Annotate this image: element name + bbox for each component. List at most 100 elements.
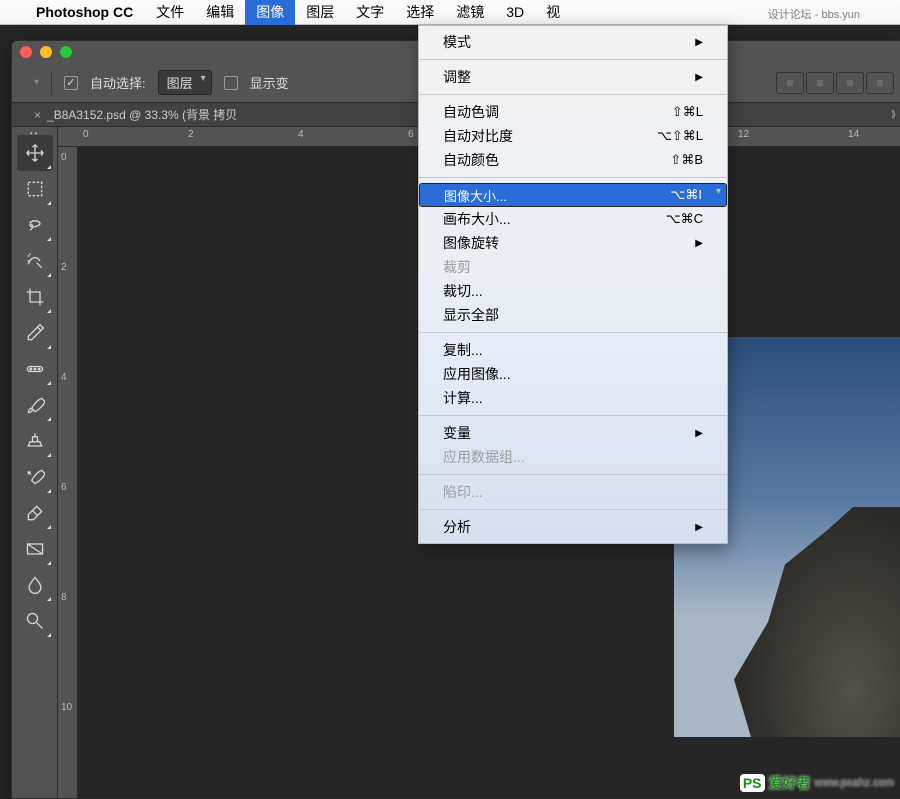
menu-layer[interactable]: 图层 — [295, 0, 345, 25]
menu-item[interactable]: 自动颜色 ⇧⌘B — [419, 148, 727, 172]
menu-item-label: 变量 — [443, 423, 471, 443]
menu-item[interactable]: 自动对比度 ⌥⇧⌘L — [419, 124, 727, 148]
menu-type[interactable]: 文字 — [345, 0, 395, 25]
menu-filter[interactable]: 滤镜 — [445, 0, 495, 25]
tools-panel: •• — [12, 127, 58, 798]
align-btn-2[interactable]: ≡ — [806, 72, 834, 94]
docswitch-icon[interactable]: ⟫ — [891, 109, 896, 120]
move-tool[interactable] — [17, 135, 53, 171]
menu-item-label: 自动色调 — [443, 102, 499, 122]
lasso-tool[interactable] — [17, 207, 53, 243]
menu-item-label: 应用数据组... — [443, 447, 525, 467]
vertical-ruler[interactable]: 0 2 4 6 8 10 12 — [58, 147, 78, 798]
menu-item[interactable]: 分析 ▶ — [419, 515, 727, 539]
menu-item-label: 调整 — [443, 67, 471, 87]
menu-separator — [419, 415, 727, 416]
quick-select-tool[interactable] — [17, 243, 53, 279]
menu-item[interactable]: 调整 ▶ — [419, 65, 727, 89]
eraser-tool[interactable] — [17, 495, 53, 531]
menu-item-shortcut: ⇧⌘L — [672, 104, 703, 120]
align-btn-3[interactable]: ≡ — [836, 72, 864, 94]
align-btn-1[interactable]: ≡ — [776, 72, 804, 94]
tab-close-icon[interactable]: × — [34, 108, 41, 122]
menu-edit[interactable]: 编辑 — [195, 0, 245, 25]
menu-separator — [419, 474, 727, 475]
menu-item[interactable]: 变量 ▶ — [419, 421, 727, 445]
menu-item: 陷印... — [419, 480, 727, 504]
brush-tool[interactable] — [17, 387, 53, 423]
menu-item-shortcut: ⌥⌘C — [666, 211, 703, 227]
menu-item[interactable]: 应用图像... — [419, 362, 727, 386]
submenu-arrow-icon: ▶ — [695, 428, 703, 439]
menu-item-label: 计算... — [443, 388, 483, 408]
menu-item-label: 自动对比度 — [443, 126, 513, 146]
mac-menubar: Photoshop CC 文件 编辑 图像 图层 文字 选择 滤镜 3D 视 — [0, 0, 900, 25]
menu-separator — [419, 332, 727, 333]
window-zoom-button[interactable] — [60, 46, 72, 58]
watermark-bottom: PS 爱好者 www.psahz.com — [740, 773, 894, 793]
menu-item[interactable]: 显示全部 — [419, 303, 727, 327]
autoselect-label: 自动选择: — [90, 73, 146, 92]
crop-tool[interactable] — [17, 279, 53, 315]
window-minimize-button[interactable] — [40, 46, 52, 58]
window-close-button[interactable] — [20, 46, 32, 58]
menu-item[interactable]: 计算... — [419, 386, 727, 410]
history-brush-tool[interactable] — [17, 459, 53, 495]
healing-brush-tool[interactable] — [17, 351, 53, 387]
blur-tool[interactable] — [17, 567, 53, 603]
submenu-arrow-icon: ▶ — [695, 522, 703, 533]
menu-item-label: 复制... — [443, 340, 483, 360]
menu-item-shortcut: ⌥⌘I — [670, 187, 702, 203]
document-tab-title[interactable]: _B8A3152.psd @ 33.3% (背景 拷贝 — [47, 106, 237, 123]
divider — [51, 71, 52, 95]
menu-item-label: 裁切... — [443, 281, 483, 301]
menu-item[interactable]: 模式 ▶ — [419, 30, 727, 54]
align-buttons: ≡ ≡ ≡ ≡ — [776, 72, 894, 94]
eyedropper-tool[interactable] — [17, 315, 53, 351]
align-btn-4[interactable]: ≡ — [866, 72, 894, 94]
menu-item-shortcut: ⌥⇧⌘L — [657, 128, 703, 144]
menu-image[interactable]: 图像 — [245, 0, 295, 25]
menu-item: 裁剪 — [419, 255, 727, 279]
menu-item-label: 裁剪 — [443, 257, 471, 277]
menu-item-label: 陷印... — [443, 482, 483, 502]
menu-item[interactable]: 画布大小... ⌥⌘C — [419, 207, 727, 231]
menu-separator — [419, 59, 727, 60]
menu-view[interactable]: 视 — [535, 0, 571, 25]
show-transform-label: 显示变 — [250, 73, 289, 92]
menu-separator — [419, 177, 727, 178]
menu-item-label: 画布大小... — [443, 209, 511, 229]
menu-file[interactable]: 文件 — [145, 0, 195, 25]
show-transform-checkbox[interactable] — [224, 76, 238, 90]
autoselect-dropdown[interactable]: 图层 — [158, 70, 212, 95]
menu-item-label: 应用图像... — [443, 364, 511, 384]
menu-item-label: 图像大小... — [444, 186, 507, 205]
menu-item-label: 模式 — [443, 32, 471, 52]
autoselect-checkbox[interactable]: ✓ — [64, 76, 78, 90]
marquee-tool[interactable] — [17, 171, 53, 207]
menu-separator — [419, 94, 727, 95]
menu-item[interactable]: 图像大小... ⌥⌘I — [419, 183, 727, 207]
gradient-tool[interactable] — [17, 531, 53, 567]
menu-separator — [419, 509, 727, 510]
menu-item-label: 显示全部 — [443, 305, 499, 325]
menu-item: 应用数据组... — [419, 445, 727, 469]
dodge-tool[interactable] — [17, 603, 53, 639]
watermark-ps-icon: PS — [740, 774, 765, 792]
menu-item-shortcut: ⇧⌘B — [670, 152, 703, 168]
submenu-arrow-icon: ▶ — [695, 37, 703, 48]
menu-3d[interactable]: 3D — [495, 0, 535, 25]
menu-item[interactable]: 裁切... — [419, 279, 727, 303]
menu-item[interactable]: 复制... — [419, 338, 727, 362]
menu-item[interactable]: 图像旋转▶ — [419, 231, 727, 255]
clone-stamp-tool[interactable] — [17, 423, 53, 459]
menu-select[interactable]: 选择 — [395, 0, 445, 25]
menu-item[interactable]: 自动色调 ⇧⌘L — [419, 100, 727, 124]
menu-item-label: 分析 — [443, 517, 471, 537]
submenu-arrow-icon: ▶ — [695, 72, 703, 83]
image-menu-dropdown: 模式 ▶ 调整 ▶ 自动色调 ⇧⌘L 自动对比度 ⌥⇧⌘L 自动颜色 ⇧⌘B 图像大小... ⌥⌘I 画… — [418, 25, 728, 544]
app-name[interactable]: Photoshop CC — [24, 4, 145, 20]
image-rock-shape — [734, 507, 900, 737]
submenu-arrow-icon: ▶ — [695, 238, 703, 249]
menu-item-label: 自动颜色 — [443, 150, 499, 170]
